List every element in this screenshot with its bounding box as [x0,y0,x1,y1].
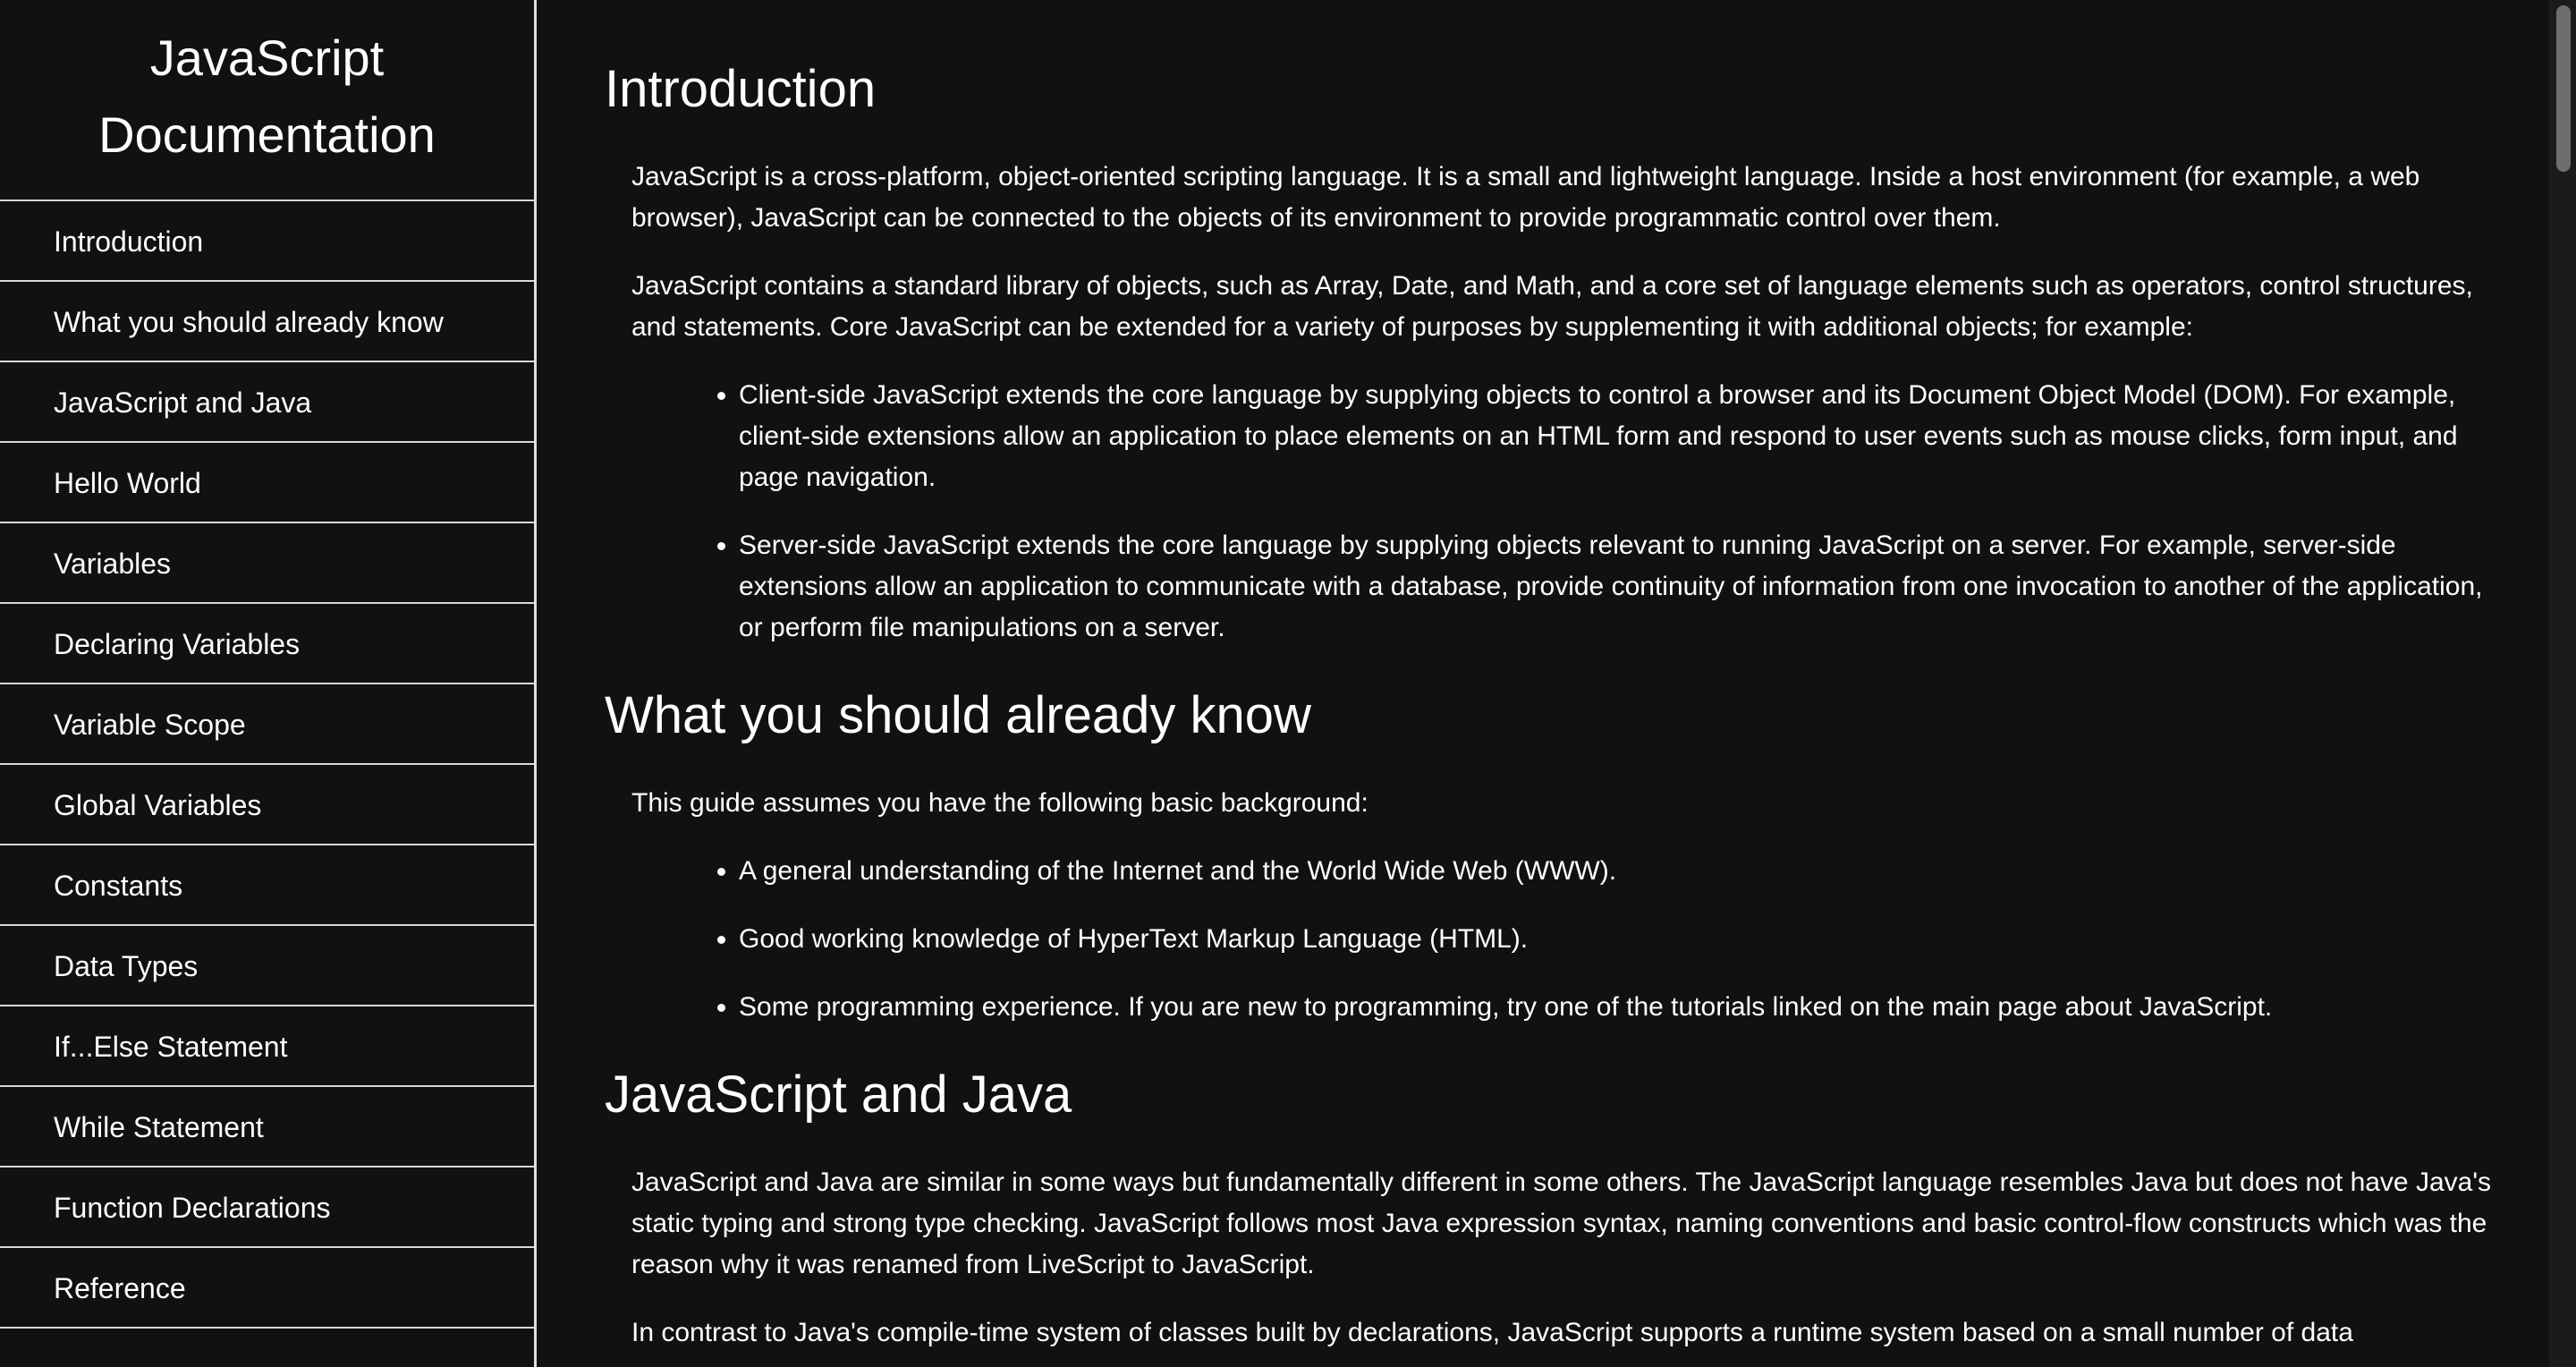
section-what-you-should-already-know: What you should already know This guide … [605,684,2492,1028]
nav-link-data-types[interactable]: Data Types [0,926,534,1006]
list-item: Some programming experience. If you are … [739,987,2492,1028]
paragraph: JavaScript contains a standard library o… [631,271,2473,342]
nav-link-what-you-should-already-know[interactable]: What you should already know [0,282,534,362]
navbar: JavaScript Documentation Introduction Wh… [0,0,537,1367]
nav-link-constants[interactable]: Constants [0,845,534,926]
section-introduction: Introduction JavaScript is a cross-platf… [605,58,2492,649]
nav-link-introduction[interactable]: Introduction [0,201,534,282]
paragraph: In contrast to Java's compile-time syste… [631,1318,2353,1347]
nav-link-hello-world[interactable]: Hello World [0,443,534,523]
section-title-what-you-should-already-know: What you should already know [605,686,1311,744]
section-title-introduction: Introduction [605,60,877,118]
nav-link-reference[interactable]: Reference [0,1248,534,1329]
nav-link-javascript-and-java[interactable]: JavaScript and Java [0,362,534,443]
nav-link-while-statement[interactable]: While Statement [0,1087,534,1167]
main-doc: Introduction JavaScript is a cross-platf… [605,0,2492,1367]
nav-link-variables[interactable]: Variables [0,523,534,604]
navbar-title: JavaScript Documentation [0,0,534,201]
bullet-list: A general understanding of the Internet … [605,851,2492,1028]
paragraph: This guide assumes you have the followin… [631,788,1368,818]
nav-link-declaring-variables[interactable]: Declaring Variables [0,604,534,684]
paragraph: JavaScript and Java are similar in some … [631,1167,2492,1279]
nav-link-if-else-statement[interactable]: If...Else Statement [0,1006,534,1087]
section-javascript-and-java: JavaScript and Java JavaScript and Java … [605,1064,2492,1354]
scrollbar-thumb[interactable] [2556,5,2571,172]
bullet-list: Client-side JavaScript extends the core … [605,375,2492,649]
nav-link-global-variables[interactable]: Global Variables [0,765,534,845]
list-item: A general understanding of the Internet … [739,851,2492,892]
list-item: Good working knowledge of HyperText Mark… [739,919,2492,960]
nav-link-function-declarations[interactable]: Function Declarations [0,1167,534,1248]
paragraph: JavaScript is a cross-platform, object-o… [631,162,2420,233]
scrollbar-track[interactable] [2549,0,2576,1367]
list-item: Server-side JavaScript extends the core … [739,525,2492,649]
section-title-javascript-and-java: JavaScript and Java [605,1066,1072,1124]
list-item: Client-side JavaScript extends the core … [739,375,2492,498]
nav-link-variable-scope[interactable]: Variable Scope [0,684,534,765]
